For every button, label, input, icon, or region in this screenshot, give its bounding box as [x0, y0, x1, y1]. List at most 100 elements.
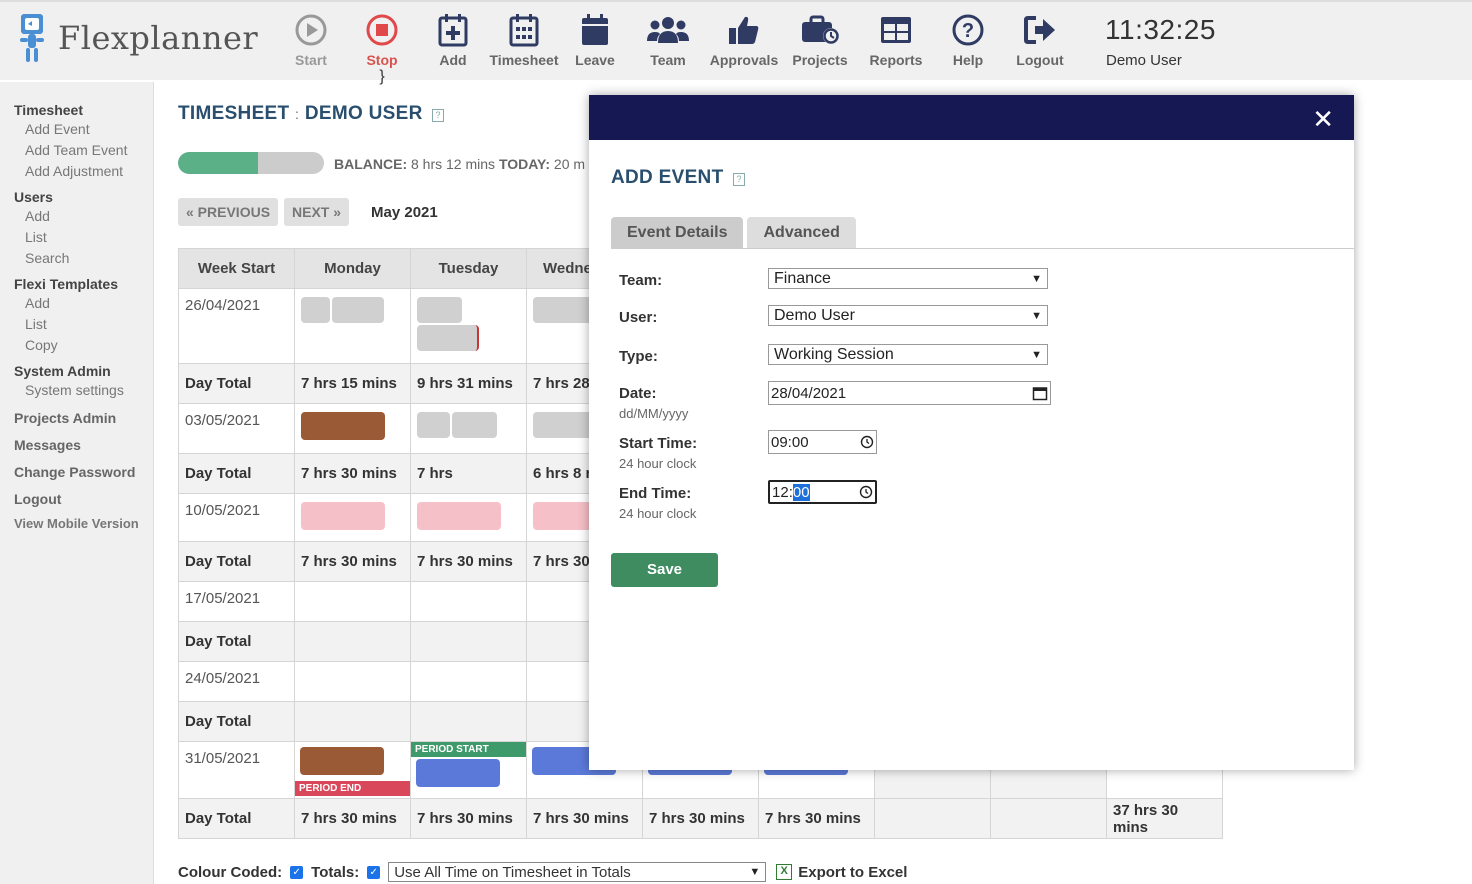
sidebar-flexi-add[interactable]: Add	[14, 293, 153, 314]
event-block[interactable]	[533, 502, 593, 530]
previous-button[interactable]: « PREVIOUS	[178, 198, 279, 226]
event-block[interactable]	[301, 412, 385, 440]
sidebar-system-admin[interactable]: System Admin	[14, 362, 153, 380]
totals-checkbox[interactable]: ✓	[367, 865, 381, 879]
excel-icon[interactable]: X	[776, 864, 793, 880]
page-title-a: TIMESHEET	[178, 103, 290, 124]
nav-timesheet-label: Timesheet	[489, 52, 559, 68]
sidebar-projects-admin[interactable]: Projects Admin	[14, 409, 153, 427]
date-input[interactable]: 28/04/2021	[768, 381, 1051, 405]
nav-leave-button[interactable]: Leave	[562, 10, 628, 86]
totals-select[interactable]: Use All Time on Timesheet in Totals ▼	[388, 862, 767, 882]
month-label: May 2021	[371, 204, 438, 221]
tab-advanced[interactable]: Advanced	[747, 217, 856, 249]
event-block[interactable]	[533, 297, 593, 323]
type-select[interactable]: Working Session ▼	[768, 344, 1048, 365]
nav-add-button[interactable]: Add	[420, 10, 486, 86]
today-label: TODAY:	[498, 156, 551, 172]
sidebar-users-list[interactable]: List	[14, 227, 153, 248]
day-cell[interactable]	[410, 403, 527, 454]
sidebar-add-team-event[interactable]: Add Team Event	[14, 140, 153, 161]
calendar-icon[interactable]	[1032, 385, 1048, 401]
nav-start-button[interactable]: Start	[278, 10, 344, 86]
sidebar-flexi-list[interactable]: List	[14, 314, 153, 335]
sidebar-system-settings[interactable]: System settings	[14, 380, 153, 401]
event-block[interactable]	[417, 502, 501, 530]
help-icon[interactable]: ?	[432, 109, 445, 122]
nav-stop-button[interactable]: Stop }	[344, 10, 420, 86]
nav-projects-button[interactable]: Projects	[780, 10, 860, 86]
question-icon: ?	[952, 14, 984, 46]
sidebar-flexi-templates[interactable]: Flexi Templates	[14, 275, 153, 293]
modal-title: ADD EVENT ?	[611, 167, 746, 189]
thumbs-up-icon	[729, 16, 759, 44]
week-start-cell: 17/05/2021	[178, 581, 295, 622]
day-cell[interactable]: PERIOD END	[294, 741, 411, 799]
close-icon[interactable]: ✕	[1312, 104, 1334, 135]
event-block[interactable]	[533, 412, 593, 438]
sidebar-messages[interactable]: Messages	[14, 436, 153, 454]
day-cell[interactable]	[294, 493, 411, 542]
export-excel-link[interactable]: Export to Excel	[798, 864, 907, 881]
sidebar-logout[interactable]: Logout	[14, 490, 153, 508]
colour-coded-checkbox[interactable]: ✓	[290, 865, 304, 879]
save-button[interactable]: Save	[611, 553, 718, 587]
end-time-input[interactable]: 12:00	[768, 480, 877, 504]
team-icon	[647, 17, 689, 43]
nav-logout-button[interactable]: Logout	[1004, 10, 1076, 86]
user-select[interactable]: Demo User ▼	[768, 305, 1048, 326]
sidebar-add-adjustment[interactable]: Add Adjustment	[14, 161, 153, 182]
sidebar-flexi-copy[interactable]: Copy	[14, 335, 153, 356]
sidebar-mobile-version[interactable]: View Mobile Version	[14, 516, 153, 531]
nav-help-label: Help	[952, 52, 984, 68]
end-time-minute: 00	[792, 483, 810, 501]
day-cell[interactable]	[294, 403, 411, 454]
chevron-down-icon: ▼	[1031, 309, 1042, 322]
nav-timesheet-button[interactable]: Timesheet	[486, 10, 562, 86]
nav-reports-button[interactable]: Reports	[860, 10, 932, 86]
nav-approvals-button[interactable]: Approvals	[708, 10, 780, 86]
event-block[interactable]	[416, 759, 500, 787]
day-cell[interactable]	[410, 493, 527, 542]
sidebar-users-search[interactable]: Search	[14, 248, 153, 269]
clock-icon[interactable]	[859, 485, 873, 499]
balance-label: BALANCE:	[334, 156, 408, 172]
sidebar-change-password[interactable]: Change Password	[14, 463, 153, 481]
clock-icon[interactable]	[860, 435, 874, 449]
current-user: Demo User	[1106, 52, 1182, 69]
table-icon	[881, 17, 911, 43]
next-button[interactable]: NEXT »	[284, 198, 350, 226]
team-select[interactable]: Finance ▼	[768, 268, 1048, 289]
event-block[interactable]	[300, 747, 384, 775]
event-block[interactable]	[301, 502, 385, 530]
event-block[interactable]	[452, 412, 497, 438]
day-cell[interactable]: PERIOD START	[410, 741, 527, 799]
day-cell[interactable]	[410, 288, 527, 364]
event-block[interactable]	[417, 325, 479, 351]
tab-event-details[interactable]: Event Details	[611, 217, 744, 249]
end-time-hour: 12	[772, 483, 789, 501]
day-total: 7 hrs 30 mins	[410, 798, 527, 839]
clock-time: 11:32:25	[1105, 14, 1216, 45]
event-block[interactable]	[417, 297, 462, 323]
start-time-input[interactable]: 09:00	[768, 430, 877, 454]
event-block[interactable]	[332, 297, 384, 323]
nav-approvals-label: Approvals	[709, 52, 779, 68]
event-block[interactable]	[301, 297, 330, 323]
sidebar-add-event[interactable]: Add Event	[14, 119, 153, 140]
day-total: 7 hrs 30 mins	[410, 541, 527, 582]
sidebar-timesheet[interactable]: Timesheet	[14, 101, 153, 119]
sidebar-users-add[interactable]: Add	[14, 206, 153, 227]
start-time-hint: 24 hour clock	[619, 456, 697, 471]
week-start-cell: 24/05/2021	[178, 661, 295, 702]
sidebar-users[interactable]: Users	[14, 188, 153, 206]
event-block[interactable]	[417, 412, 450, 438]
help-icon[interactable]: ?	[733, 173, 746, 186]
nav-team-button[interactable]: Team	[628, 10, 708, 86]
period-end-badge: PERIOD END	[295, 781, 410, 796]
add-event-modal: ✕ ADD EVENT ? Event Details Advanced Tea…	[589, 95, 1354, 770]
nav-help-button[interactable]: ? Help	[932, 10, 1004, 86]
app-logo[interactable]: Flexplanner	[16, 12, 258, 64]
day-cell[interactable]	[294, 288, 411, 364]
type-select-value: Working Session	[774, 345, 894, 363]
